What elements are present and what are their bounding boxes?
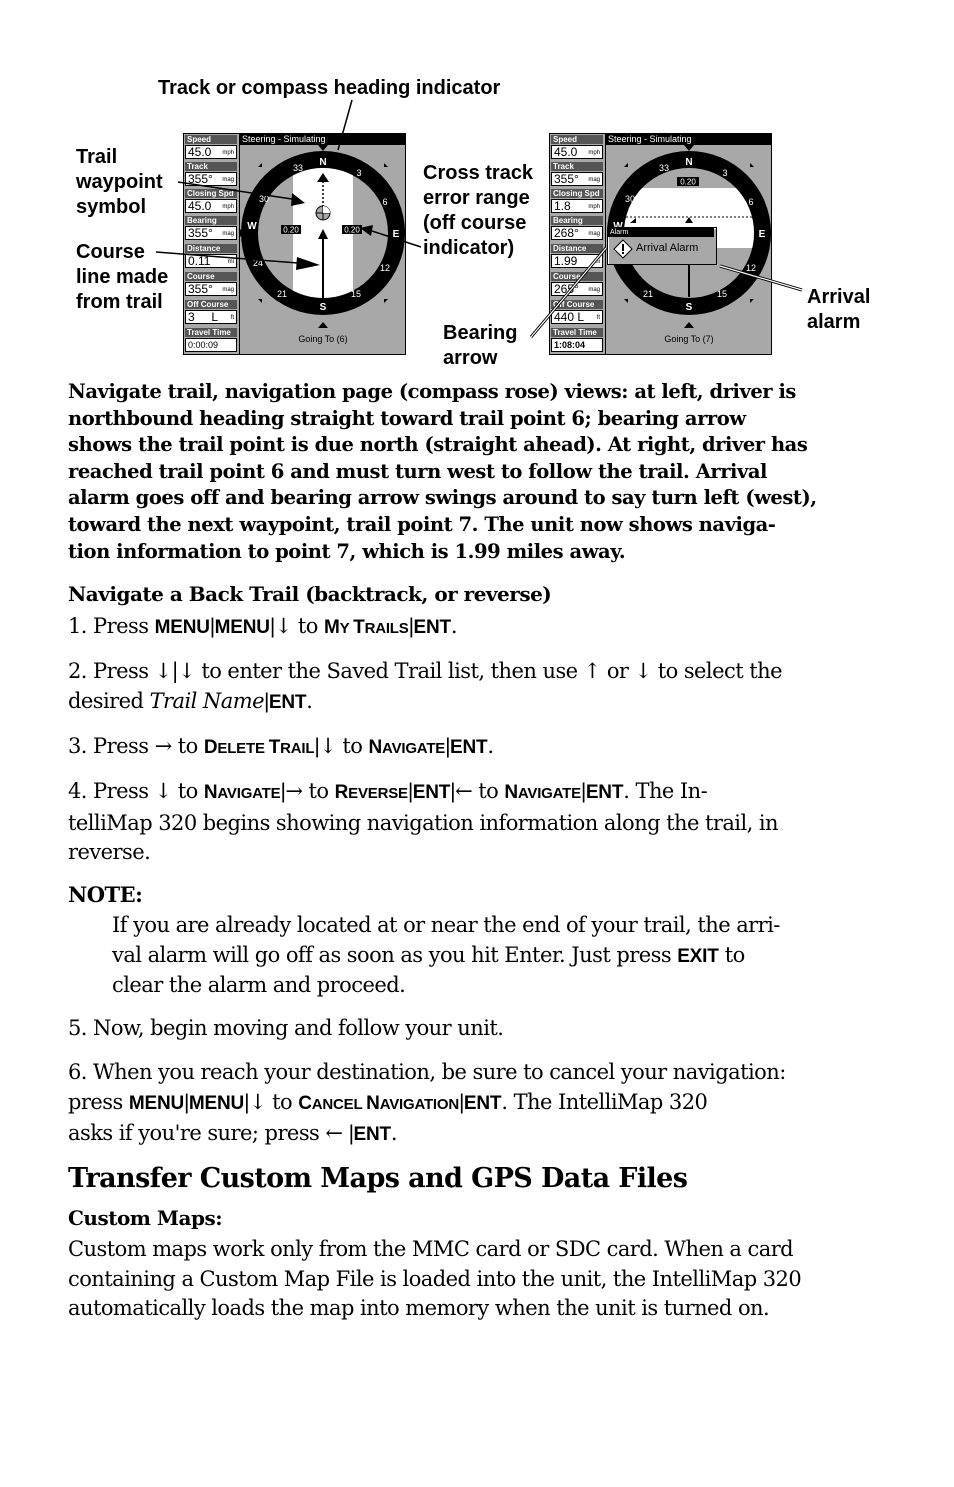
leader-heading-indicator	[337, 99, 353, 151]
step-4: 4. Press ↓ to NAVIGATE|→ to REVERSE|ENT|…	[68, 779, 779, 864]
subheading-custom-maps: Custom Maps:	[68, 1206, 223, 1230]
note-body: If you are already located at or near th…	[112, 913, 780, 997]
key-menu: MENU	[188, 1092, 245, 1114]
key-ent: ENT	[585, 782, 624, 803]
callout-leaders	[155, 99, 803, 338]
key-ent: ENT	[413, 617, 451, 638]
step-5: 5. Now, begin moving and follow your uni…	[68, 1016, 504, 1040]
key-menu: MENU	[128, 1092, 184, 1114]
note-label: NOTE:	[68, 882, 143, 907]
key-ent: ENT	[450, 737, 488, 758]
custom-maps-body: Custom maps work only from the MMC card …	[68, 1237, 802, 1320]
key-menu: MENU	[214, 617, 270, 638]
figure-caption: Navigate trail, navigation page (compass…	[68, 379, 888, 565]
menu-navigate: NAVIGATE	[504, 782, 581, 803]
caption-line: reached trail point 6 and must turn west…	[68, 459, 768, 483]
key-menu: MENU	[154, 617, 210, 638]
caption-line: alarm goes off and bearing arrow swings …	[68, 486, 817, 510]
step-6: 6. When you reach your destination, be s…	[68, 1060, 786, 1145]
caption-line: tion information to point 7, which is 1.…	[68, 539, 626, 563]
step-1: 1. Press MENU|MENU|↓ to MY TRAILS|ENT.	[68, 614, 458, 638]
caption-line: northbound heading straight toward trail…	[68, 406, 746, 430]
leader-trail-waypoint	[177, 181, 293, 200]
menu-navigate: NAVIGATE	[203, 782, 281, 803]
key-ent: ENT	[268, 691, 307, 713]
menu-navigate: NAVIGATE	[368, 737, 446, 758]
menu-cancel-navigation: CANCEL NAVIGATION	[298, 1092, 459, 1114]
key-ent: ENT	[412, 782, 451, 803]
step-3: 3. Press → to DELETE TRAIL|↓ to NAVIGATE…	[68, 734, 494, 758]
step-2: 2. Press ↓|↓ to enter the Saved Trail li…	[68, 659, 783, 713]
menu-reverse: REVERSE	[334, 782, 408, 803]
menu-my-trails: MY TRAILS	[324, 617, 409, 638]
section-heading-transfer: Transfer Custom Maps and GPS Data Files	[68, 1163, 688, 1194]
menu-delete-trail: DELETE TRAIL	[203, 737, 315, 758]
section-heading-back-trail: Navigate a Back Trail (backtrack, or rev…	[68, 582, 552, 606]
leader-course-line	[155, 251, 299, 264]
key-exit: EXIT	[677, 945, 719, 967]
key-ent: ENT	[353, 1124, 392, 1145]
caption-line: toward the next waypoint, trail point 7.…	[68, 512, 776, 536]
leader-cross-track	[371, 230, 422, 248]
caption-line: Navigate trail, navigation page (compass…	[68, 380, 796, 403]
key-ent: ENT	[463, 1092, 502, 1114]
caption-line: shows the trail point is due north (stra…	[68, 433, 808, 457]
